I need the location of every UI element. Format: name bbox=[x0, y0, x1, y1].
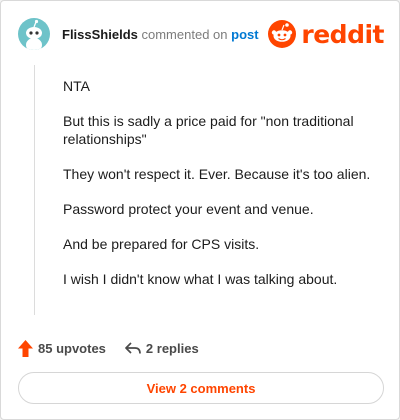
comment-footer: 85 upvotes 2 replies bbox=[18, 338, 199, 358]
comment-paragraph: NTA bbox=[63, 78, 90, 94]
reddit-logo[interactable]: reddit bbox=[268, 17, 384, 51]
comment-paragraph: I wish I didn't know what I was talking … bbox=[63, 271, 338, 287]
comment-card: FlissShields commented on post reddit NT… bbox=[0, 0, 400, 420]
comment-body: NTA But this is sadly a price paid for "… bbox=[63, 77, 385, 305]
upvote-button[interactable]: 85 upvotes bbox=[18, 339, 106, 357]
comment-paragraph: And be prepared for CPS visits. bbox=[63, 236, 260, 252]
comment-byline: FlissShields commented on post bbox=[62, 27, 259, 42]
action-text: commented on bbox=[141, 27, 228, 42]
snoo-avatar-icon bbox=[26, 19, 42, 50]
replies-button[interactable]: 2 replies bbox=[124, 341, 199, 356]
username-link[interactable]: FlissShields bbox=[62, 27, 138, 42]
reply-arrow-icon bbox=[125, 342, 141, 354]
replies-count: 2 replies bbox=[145, 340, 199, 356]
comment-paragraph: But this is sadly a price paid for "non … bbox=[63, 113, 354, 147]
view-comments-button[interactable]: View 2 comments bbox=[18, 372, 384, 404]
reddit-wordmark: reddit bbox=[301, 19, 384, 49]
upvote-arrow-icon bbox=[18, 339, 33, 357]
comment-paragraph: They won't respect it. Ever. Because it'… bbox=[63, 166, 371, 182]
reddit-snoo-icon bbox=[268, 20, 297, 48]
comment-header: FlissShields commented on post reddit bbox=[18, 15, 384, 53]
comment-paragraph: Password protect your event and venue. bbox=[63, 201, 314, 217]
upvote-count: 85 upvotes bbox=[38, 340, 106, 356]
thread-line bbox=[34, 65, 35, 315]
post-link[interactable]: post bbox=[231, 27, 258, 42]
avatar[interactable] bbox=[18, 18, 50, 50]
